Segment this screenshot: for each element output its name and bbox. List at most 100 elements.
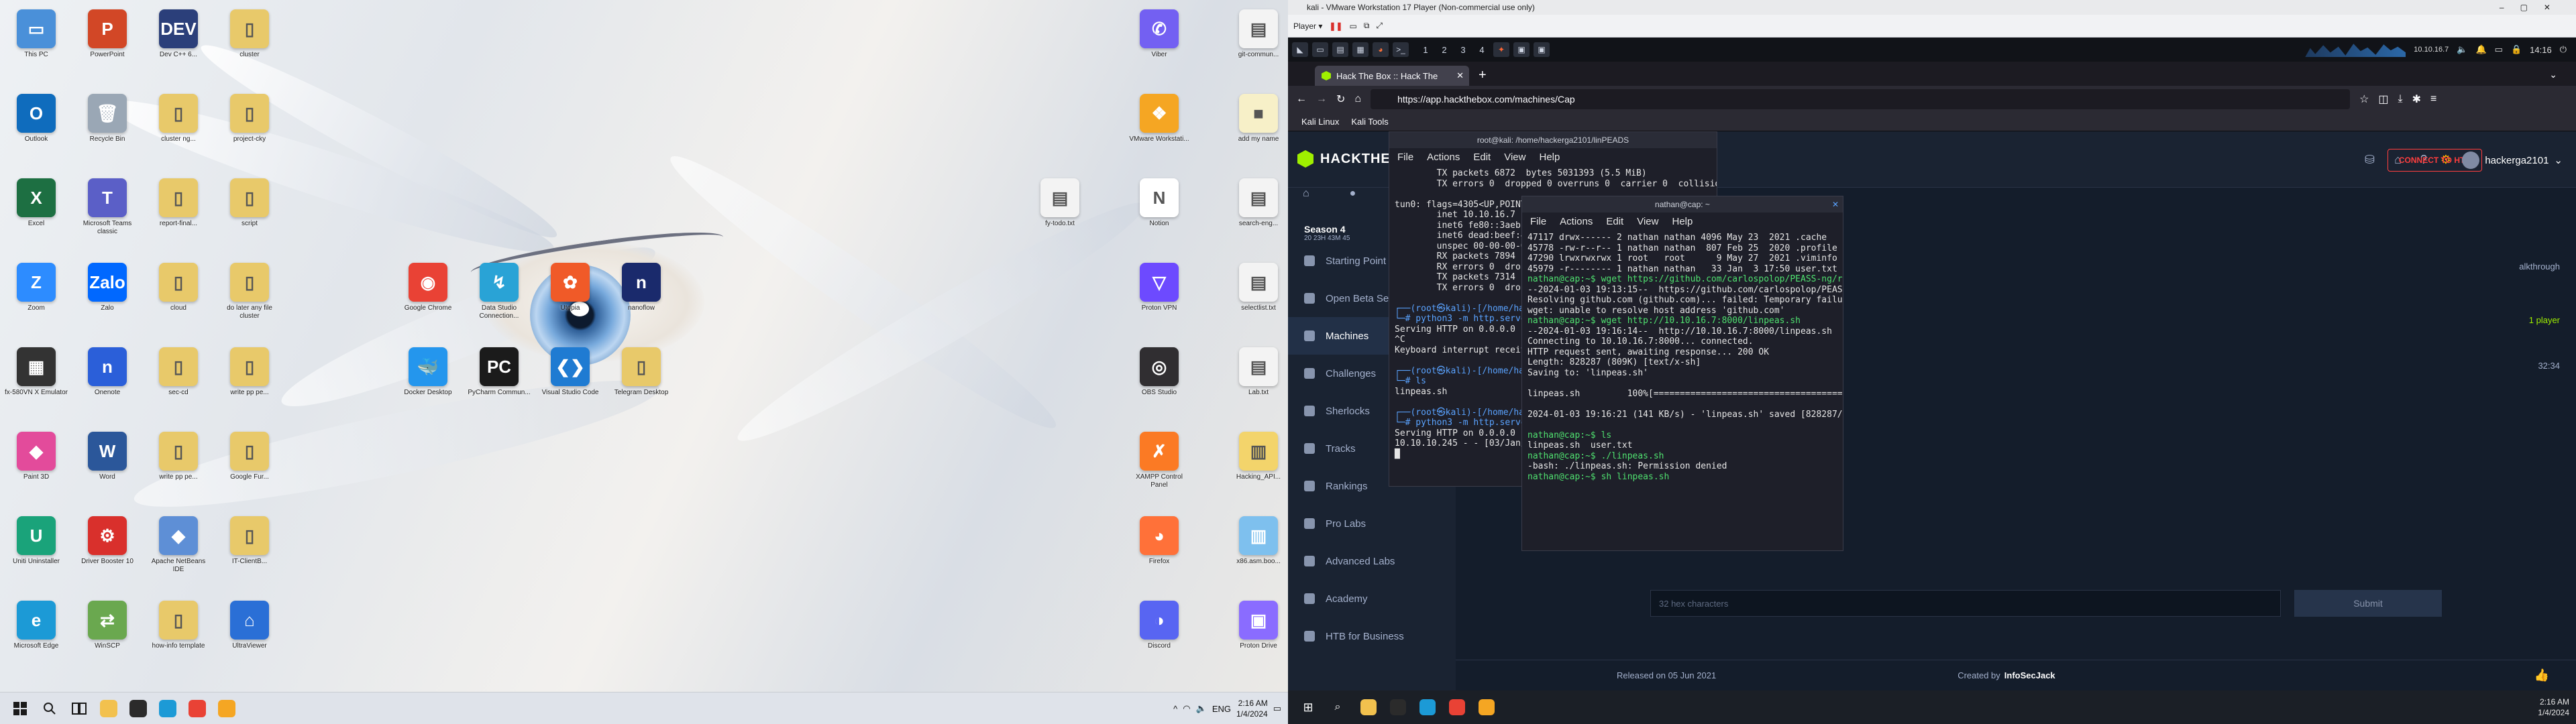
close-tab-icon[interactable]: ✕ bbox=[1456, 70, 1464, 81]
user-menu[interactable]: hackerga2101 ⌄ bbox=[2462, 152, 2563, 169]
reload-icon[interactable]: ↻ bbox=[1336, 93, 1345, 106]
desktop-icon[interactable]: ▤ search-eng... bbox=[1226, 173, 1288, 251]
extensions-icon[interactable]: ✱ bbox=[2412, 93, 2421, 106]
wifi-icon[interactable]: ◠ bbox=[1183, 703, 1190, 714]
windows-start-icon[interactable]: ⊞ bbox=[1295, 701, 1322, 715]
sidebar-item-htb-for-business[interactable]: HTB for Business bbox=[1288, 617, 1456, 655]
search-icon[interactable]: ⌕ bbox=[1324, 701, 1351, 713]
chrome-taskbar-icon[interactable] bbox=[1442, 694, 1472, 721]
desktop-icon[interactable]: N Notion bbox=[1127, 173, 1191, 251]
desktop-icon[interactable]: ↯ Data Studio Connection... bbox=[467, 257, 531, 335]
terminal-icon[interactable]: >_ bbox=[1393, 42, 1409, 57]
pause-icon[interactable]: ❚❚ bbox=[1329, 21, 1342, 31]
task-view-icon[interactable] bbox=[64, 695, 94, 722]
desktop-icon[interactable]: DEV Dev C++ 6... bbox=[146, 4, 211, 82]
walkthrough-link[interactable]: alkthrough bbox=[2519, 261, 2560, 272]
desktop-icon[interactable]: ▤ fy-todo.txt bbox=[1028, 173, 1092, 251]
desktop-icon[interactable]: ▯ write pp pe... bbox=[146, 426, 211, 504]
terminal-taskbar-icon[interactable] bbox=[1383, 694, 1413, 721]
task-terminal-2[interactable]: ▣ bbox=[1534, 42, 1550, 57]
taskbar-clock-right[interactable]: 2:16 AM 1/4/2024 bbox=[2538, 697, 2569, 718]
desktop-icon[interactable]: ■ add my name bbox=[1226, 88, 1288, 166]
desktop-icon[interactable]: X Excel bbox=[4, 173, 68, 251]
desktop-icon[interactable]: ▯ Telegram Desktop bbox=[609, 342, 674, 420]
desktop-icon[interactable]: ⇄ WinSCP bbox=[75, 595, 140, 673]
new-tab-button[interactable]: + bbox=[1479, 68, 1487, 83]
terminal-menu-help[interactable]: Help bbox=[1672, 216, 1693, 227]
terminal-output[interactable]: 47117 drwx------ 2 nathan nathan 4096 Ma… bbox=[1522, 230, 1843, 485]
desktop-icon[interactable]: n nanoflow bbox=[609, 257, 674, 335]
terminal-menu-edit[interactable]: Edit bbox=[1473, 152, 1491, 163]
desktop-icon[interactable]: ▯ project-cky bbox=[217, 88, 282, 166]
taskbar-clock[interactable]: 2:16 AM 1/4/2024 bbox=[1236, 698, 1268, 719]
desktop-icon[interactable]: ▯ how-info template bbox=[146, 595, 211, 673]
desktop-icon[interactable]: ◎ OBS Studio bbox=[1127, 342, 1191, 420]
desktop-icon[interactable]: ▯ IT-ClientB... bbox=[217, 511, 282, 589]
fullscreen-icon[interactable]: ⤢ bbox=[1376, 21, 1383, 31]
desktop-icon[interactable]: ▤ selectlist.txt bbox=[1226, 257, 1288, 335]
desktop-icon[interactable]: Zalo Zalo bbox=[75, 257, 140, 335]
creator-name[interactable]: InfoSecJack bbox=[2004, 670, 2055, 680]
list-tabs-icon[interactable]: ⌄ bbox=[2549, 69, 2557, 80]
desktop-icon[interactable]: 🗑 Recycle Bin bbox=[75, 88, 140, 166]
workspace-4[interactable]: 4 bbox=[1474, 45, 1489, 55]
desktop-icon[interactable]: P PowerPoint bbox=[75, 4, 140, 82]
desktop-icon[interactable]: T Microsoft Teams classic bbox=[75, 173, 140, 251]
terminal-menu-edit[interactable]: Edit bbox=[1606, 216, 1623, 227]
desktop-icon[interactable]: U Uniti Uninstaller bbox=[4, 511, 68, 589]
terminal-menu-view[interactable]: View bbox=[1637, 216, 1658, 227]
tray-chevron-icon[interactable]: ^ bbox=[1173, 704, 1177, 714]
unity-icon[interactable]: ⧉ bbox=[1364, 21, 1370, 31]
terminal-menu-file[interactable]: File bbox=[1530, 216, 1546, 227]
close-terminal-icon[interactable]: ✕ bbox=[1832, 196, 1839, 213]
bookmark-kali-linux[interactable]: Kali Linux bbox=[1301, 117, 1339, 127]
desktop-icon[interactable]: W Word bbox=[75, 426, 140, 504]
desktop-icon[interactable]: ✗ XAMPP Control Panel bbox=[1127, 426, 1191, 504]
power-icon[interactable]: ⏻ bbox=[2560, 44, 2567, 55]
desktop-icon[interactable]: ▯ sec-cd bbox=[146, 342, 211, 420]
file-explorer-taskbar-icon[interactable] bbox=[1354, 694, 1383, 721]
desktop-icon[interactable]: ✆ Viber bbox=[1127, 4, 1191, 82]
desktop-icon[interactable]: ❮❯ Visual Studio Code bbox=[538, 342, 602, 420]
nathan-cap-terminal[interactable]: nathan@cap: ~ ✕ File Actions Edit View Help … bbox=[1521, 196, 1843, 551]
search-icon[interactable] bbox=[35, 695, 64, 722]
battery-icon[interactable]: ▭ bbox=[2495, 44, 2503, 55]
desktop-icon[interactable]: ◑ Discord bbox=[1127, 595, 1191, 673]
desktop-icon[interactable]: ▣ Proton Drive bbox=[1226, 595, 1288, 673]
desktop-icon[interactable]: ◕ Firefox bbox=[1127, 511, 1191, 589]
desktop-icon[interactable]: ▽ Proton VPN bbox=[1127, 257, 1191, 335]
workspace-2[interactable]: 2 bbox=[1437, 45, 1452, 55]
edge-taskbar-icon[interactable] bbox=[1413, 694, 1442, 721]
show-desktop-icon[interactable]: ▭ bbox=[1312, 42, 1328, 57]
bookmark-star-icon[interactable]: ☆ bbox=[2359, 93, 2369, 106]
firefox-icon[interactable]: ◕ bbox=[1373, 42, 1389, 57]
edge-taskbar-icon[interactable] bbox=[153, 695, 182, 722]
desktop-icon[interactable]: ◆ Paint 3D bbox=[4, 426, 68, 504]
terminal-menu-file[interactable]: File bbox=[1397, 152, 1413, 163]
desktop-icon[interactable]: ▤ Lab.txt bbox=[1226, 342, 1288, 420]
address-bar[interactable]: https://app.hackthebox.com/machines/Cap bbox=[1371, 89, 2351, 109]
desktop-icon[interactable]: ❖ VMware Workstati... bbox=[1127, 88, 1191, 166]
kali-menu-icon[interactable]: ◣ bbox=[1292, 42, 1308, 57]
player-menu[interactable]: Player ▾ bbox=[1293, 21, 1322, 31]
desktop-icon[interactable]: 🐳 Docker Desktop bbox=[396, 342, 460, 420]
sidebar-item-pro-labs[interactable]: Pro Labs bbox=[1288, 505, 1456, 542]
desktop-icon[interactable]: ▯ cluster bbox=[217, 4, 282, 82]
forward-icon[interactable]: → bbox=[1316, 93, 1327, 105]
desktop-icon[interactable]: ▭ This PC bbox=[4, 4, 68, 82]
desktop-icon[interactable]: n Onenote bbox=[75, 342, 140, 420]
desktop-icon[interactable]: ▯ do later any file cluster bbox=[217, 257, 282, 335]
notification-icon[interactable]: ▭ bbox=[1273, 703, 1281, 714]
desktop-icon[interactable]: ▯ write pp pe... bbox=[217, 342, 282, 420]
text-editor-icon[interactable]: ▦ bbox=[1352, 42, 1368, 57]
terminal-menu-view[interactable]: View bbox=[1504, 152, 1525, 163]
desktop-icon[interactable]: ▯ script bbox=[217, 173, 282, 251]
desktop-icon[interactable]: ▥ Hacking_API... bbox=[1226, 426, 1288, 504]
desktop-icon[interactable]: ✿ Utopia bbox=[538, 257, 602, 335]
menu-icon[interactable]: ≡ bbox=[2430, 93, 2436, 105]
back-icon[interactable]: ← bbox=[1296, 93, 1307, 105]
desktop-icon[interactable]: ▯ report-final... bbox=[146, 173, 211, 251]
terminal-taskbar-icon[interactable] bbox=[123, 695, 153, 722]
desktop-icon[interactable]: PC PyCharm Commun... bbox=[467, 342, 531, 420]
desktop-icon[interactable]: O Outlook bbox=[4, 88, 68, 166]
